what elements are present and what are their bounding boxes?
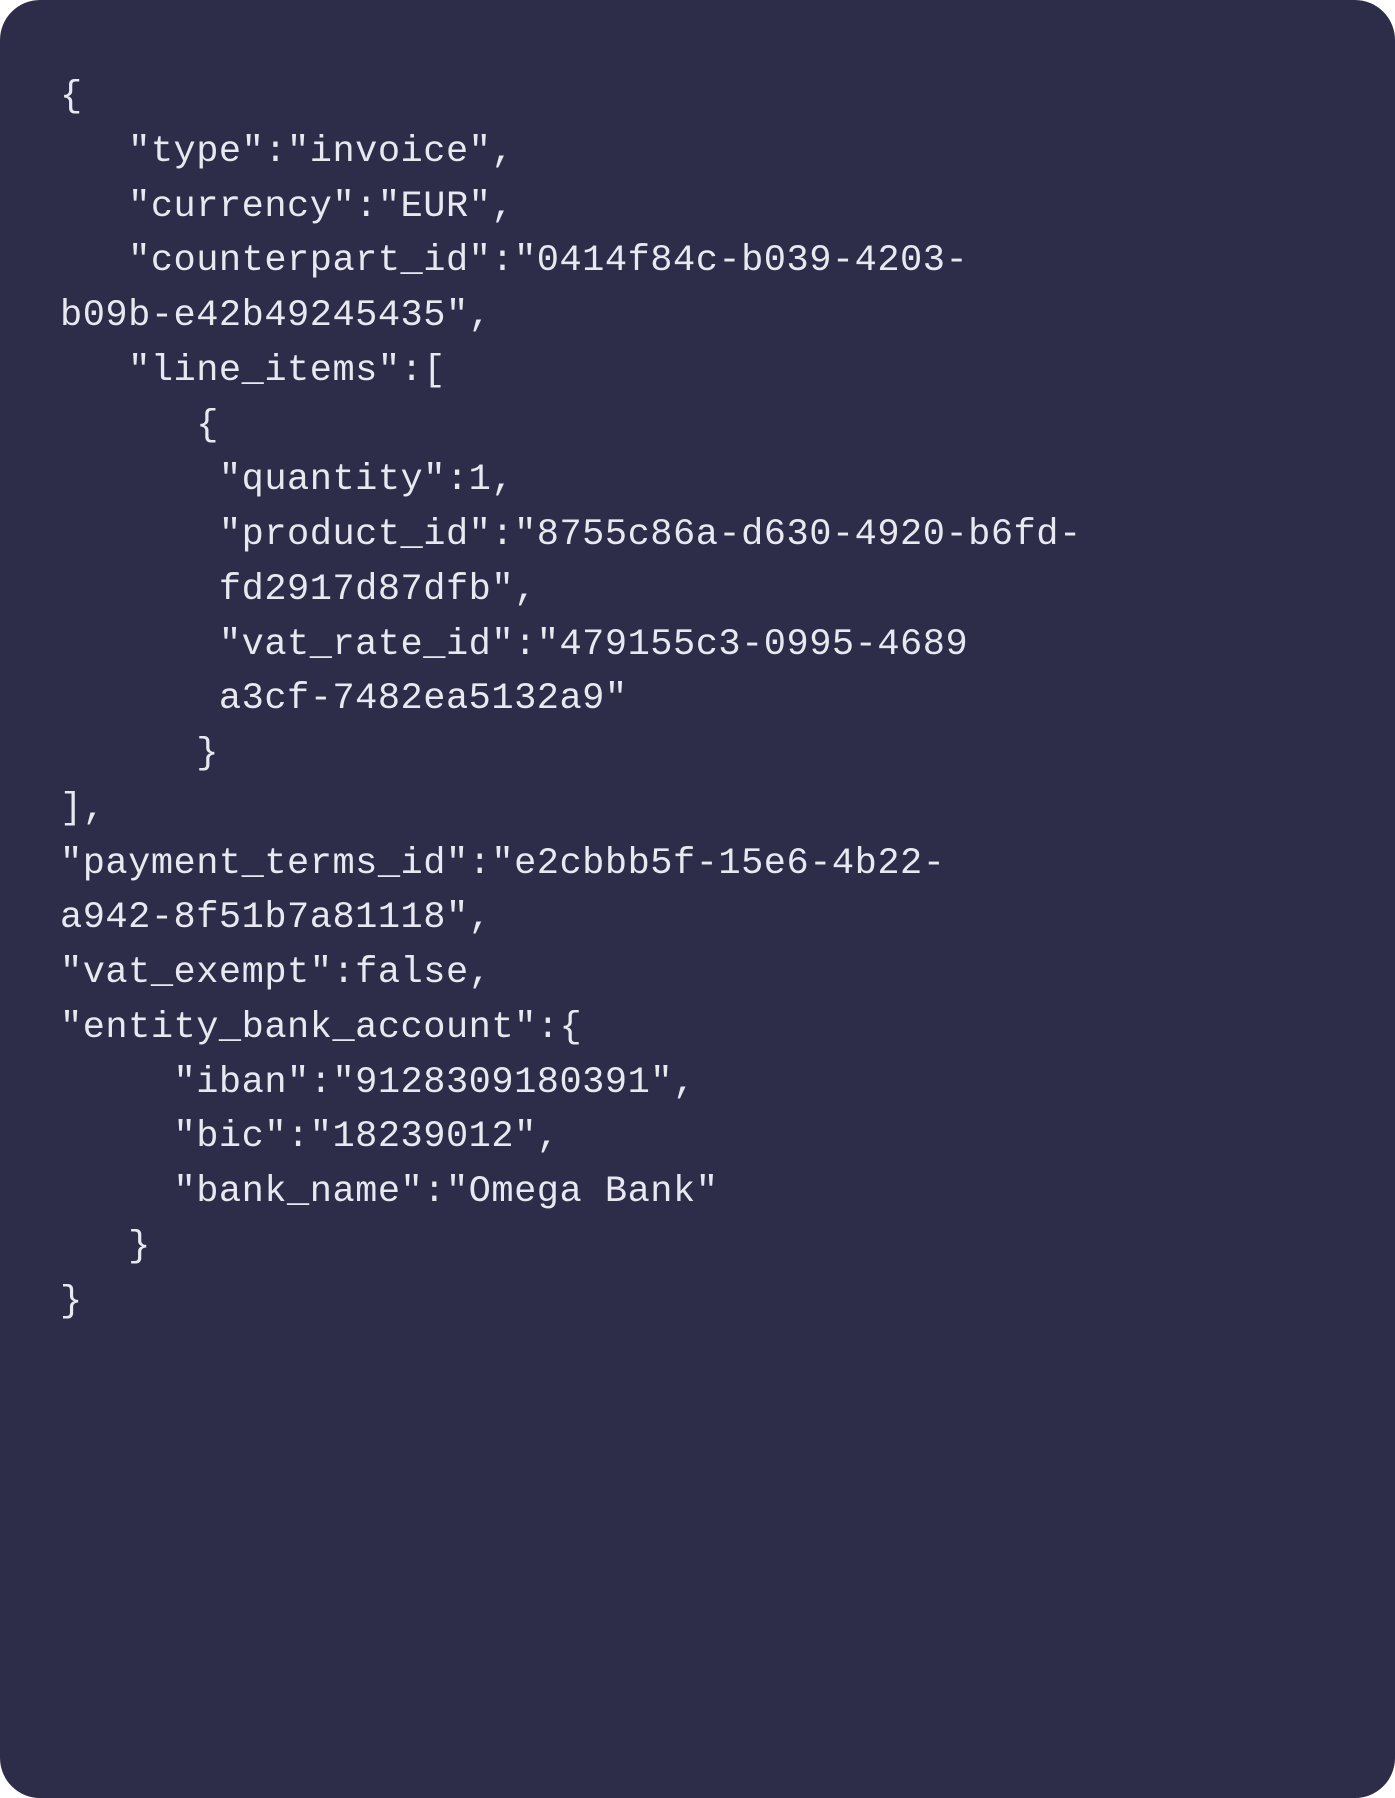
code-line: { — [60, 76, 83, 118]
code-line: ], — [60, 788, 105, 830]
code-line: "quantity":1, — [60, 459, 514, 501]
code-line: b09b-e42b49245435", — [60, 295, 491, 337]
code-line: "counterpart_id":"0414f84c-b039-4203- — [60, 240, 968, 282]
code-block: { "type":"invoice", "currency":"EUR", "c… — [0, 0, 1395, 1798]
code-line: } — [60, 1281, 83, 1323]
code-line: "payment_terms_id":"e2cbbb5f-15e6-4b22- — [60, 843, 945, 885]
code-line: } — [60, 733, 219, 775]
code-line: "line_items":[ — [60, 350, 446, 392]
code-line: "currency":"EUR", — [60, 186, 514, 228]
code-line: "type":"invoice", — [60, 131, 514, 173]
code-line: "bic":"18239012", — [60, 1116, 559, 1158]
code-line: "vat_exempt":false, — [60, 952, 491, 994]
code-line: "iban":"9128309180391", — [60, 1062, 696, 1104]
code-line: fd2917d87dfb", — [60, 569, 537, 611]
code-line: "vat_rate_id":"479155c3-0995-4689 — [60, 624, 968, 666]
code-line: a3cf-7482ea5132a9" — [60, 678, 628, 720]
code-line: a942-8f51b7a81118", — [60, 897, 491, 939]
code-line: "entity_bank_account":{ — [60, 1007, 582, 1049]
code-line: } — [60, 1226, 151, 1268]
code-line: "bank_name":"Omega Bank" — [60, 1171, 718, 1213]
code-line: "product_id":"8755c86a-d630-4920-b6fd- — [60, 514, 1082, 556]
code-line: { — [60, 405, 219, 447]
